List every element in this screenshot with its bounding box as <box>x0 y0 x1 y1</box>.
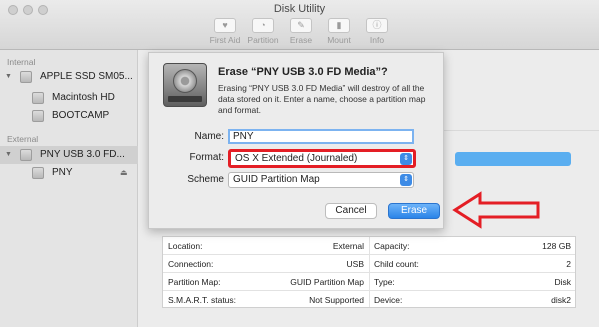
disclosure-triangle-icon[interactable]: ▼ <box>5 68 12 86</box>
info-key: Connection: <box>168 259 214 269</box>
info-value: Disk <box>554 277 571 287</box>
info-key: Capacity: <box>374 241 410 251</box>
sidebar-internal-header: Internal <box>7 57 36 67</box>
sidebar-item-label: PNY USB 3.0 FD... <box>40 149 125 160</box>
info-value: External <box>332 241 364 251</box>
info-key: Type: <box>374 277 395 287</box>
info-key: Device: <box>374 295 403 305</box>
scheme-select-value: GUID Partition Map <box>233 174 320 185</box>
window-title: Disk Utility <box>273 3 326 15</box>
sheet-title: Erase “PNY USB 3.0 FD Media”? <box>218 66 388 78</box>
toolbar-mount-label: Mount <box>327 35 351 45</box>
format-select[interactable]: OS X Extended (Journaled) ⇕ <box>228 149 416 168</box>
divider <box>435 130 599 131</box>
info-value: 2 <box>566 259 571 269</box>
sidebar-item-apple-ssd[interactable]: ▼ APPLE SSD SM05... <box>0 68 138 86</box>
sidebar-item-label: PNY <box>52 167 73 178</box>
info-value: 128 GB <box>542 241 571 251</box>
toolbar-erase-label: Erase <box>289 35 313 45</box>
hard-drive-icon <box>163 63 207 107</box>
sidebar-item-bootcamp[interactable]: BOOTCAMP <box>0 107 138 125</box>
info-table: Location: External Capacity: 128 GB Conn… <box>162 236 576 308</box>
sidebar-item-macintosh-hd[interactable]: Macintosh HD <box>0 89 138 107</box>
format-select-value: OS X Extended (Journaled) <box>235 153 358 164</box>
toolbar-info-button[interactable]: ⓘ Info <box>359 18 395 45</box>
info-key: Child count: <box>374 259 419 269</box>
sidebar: Internal ▼ APPLE SSD SM05... Macintosh H… <box>0 50 138 327</box>
annotation-arrow-icon <box>452 191 540 229</box>
name-field[interactable]: PNY <box>228 129 414 144</box>
toolbar-first-aid-button[interactable]: ♥ First Aid <box>207 18 243 45</box>
scheme-label: Scheme <box>187 174 224 185</box>
volume-icon <box>32 110 44 122</box>
erase-icon: ✎ <box>290 18 312 33</box>
partition-icon: ◔ <box>252 18 274 33</box>
sidebar-item-pny[interactable]: PNY ⏏ <box>0 164 138 182</box>
external-disk-icon <box>20 149 32 161</box>
info-value: disk2 <box>551 295 571 305</box>
usage-bar <box>455 152 571 166</box>
first-aid-icon: ♥ <box>214 18 236 33</box>
mount-icon: ▮ <box>328 18 350 33</box>
title-bar: Disk Utility ♥ First Aid ◔ Partition ✎ E… <box>0 0 599 50</box>
erase-sheet-dialog: Erase “PNY USB 3.0 FD Media”? Erasing “P… <box>148 52 444 229</box>
sidebar-item-pny-usb[interactable]: ▼ PNY USB 3.0 FD... <box>0 146 138 164</box>
name-label: Name: <box>194 131 224 142</box>
volume-icon <box>32 167 44 179</box>
info-key: Location: <box>168 241 203 251</box>
volume-icon <box>32 92 44 104</box>
eject-icon[interactable]: ⏏ <box>120 164 128 182</box>
cancel-button[interactable]: Cancel <box>325 203 377 219</box>
select-arrows-icon: ⇕ <box>400 174 412 186</box>
scheme-select[interactable]: GUID Partition Map ⇕ <box>228 172 414 188</box>
sidebar-item-label: BOOTCAMP <box>52 110 110 121</box>
format-label: Format: <box>189 152 224 163</box>
select-arrows-icon: ⇕ <box>400 153 412 165</box>
sheet-description: Erasing “PNY USB 3.0 FD Media” will dest… <box>218 83 426 115</box>
info-icon: ⓘ <box>366 18 388 33</box>
info-value: GUID Partition Map <box>290 277 364 287</box>
info-value: Not Supported <box>309 295 364 305</box>
toolbar-info-label: Info <box>369 35 385 45</box>
toolbar-mount-button[interactable]: ▮ Mount <box>321 18 357 45</box>
info-key: Partition Map: <box>168 277 221 287</box>
sidebar-external-header: External <box>7 134 39 144</box>
info-key: S.M.A.R.T. status: <box>168 295 237 305</box>
erase-button[interactable]: Erase <box>388 203 440 219</box>
disclosure-triangle-icon[interactable]: ▼ <box>5 146 12 164</box>
sidebar-item-label: Macintosh HD <box>52 92 115 103</box>
info-value: USB <box>346 259 364 269</box>
sidebar-item-label: APPLE SSD SM05... <box>40 71 133 82</box>
drive-plate <box>168 96 202 102</box>
toolbar-first-aid-label: First Aid <box>209 35 241 45</box>
internal-disk-icon <box>20 71 32 83</box>
toolbar-partition-label: Partition <box>247 35 279 45</box>
platter <box>173 69 197 93</box>
toolbar-erase-button[interactable]: ✎ Erase <box>283 18 319 45</box>
toolbar-partition-button[interactable]: ◔ Partition <box>245 18 281 45</box>
